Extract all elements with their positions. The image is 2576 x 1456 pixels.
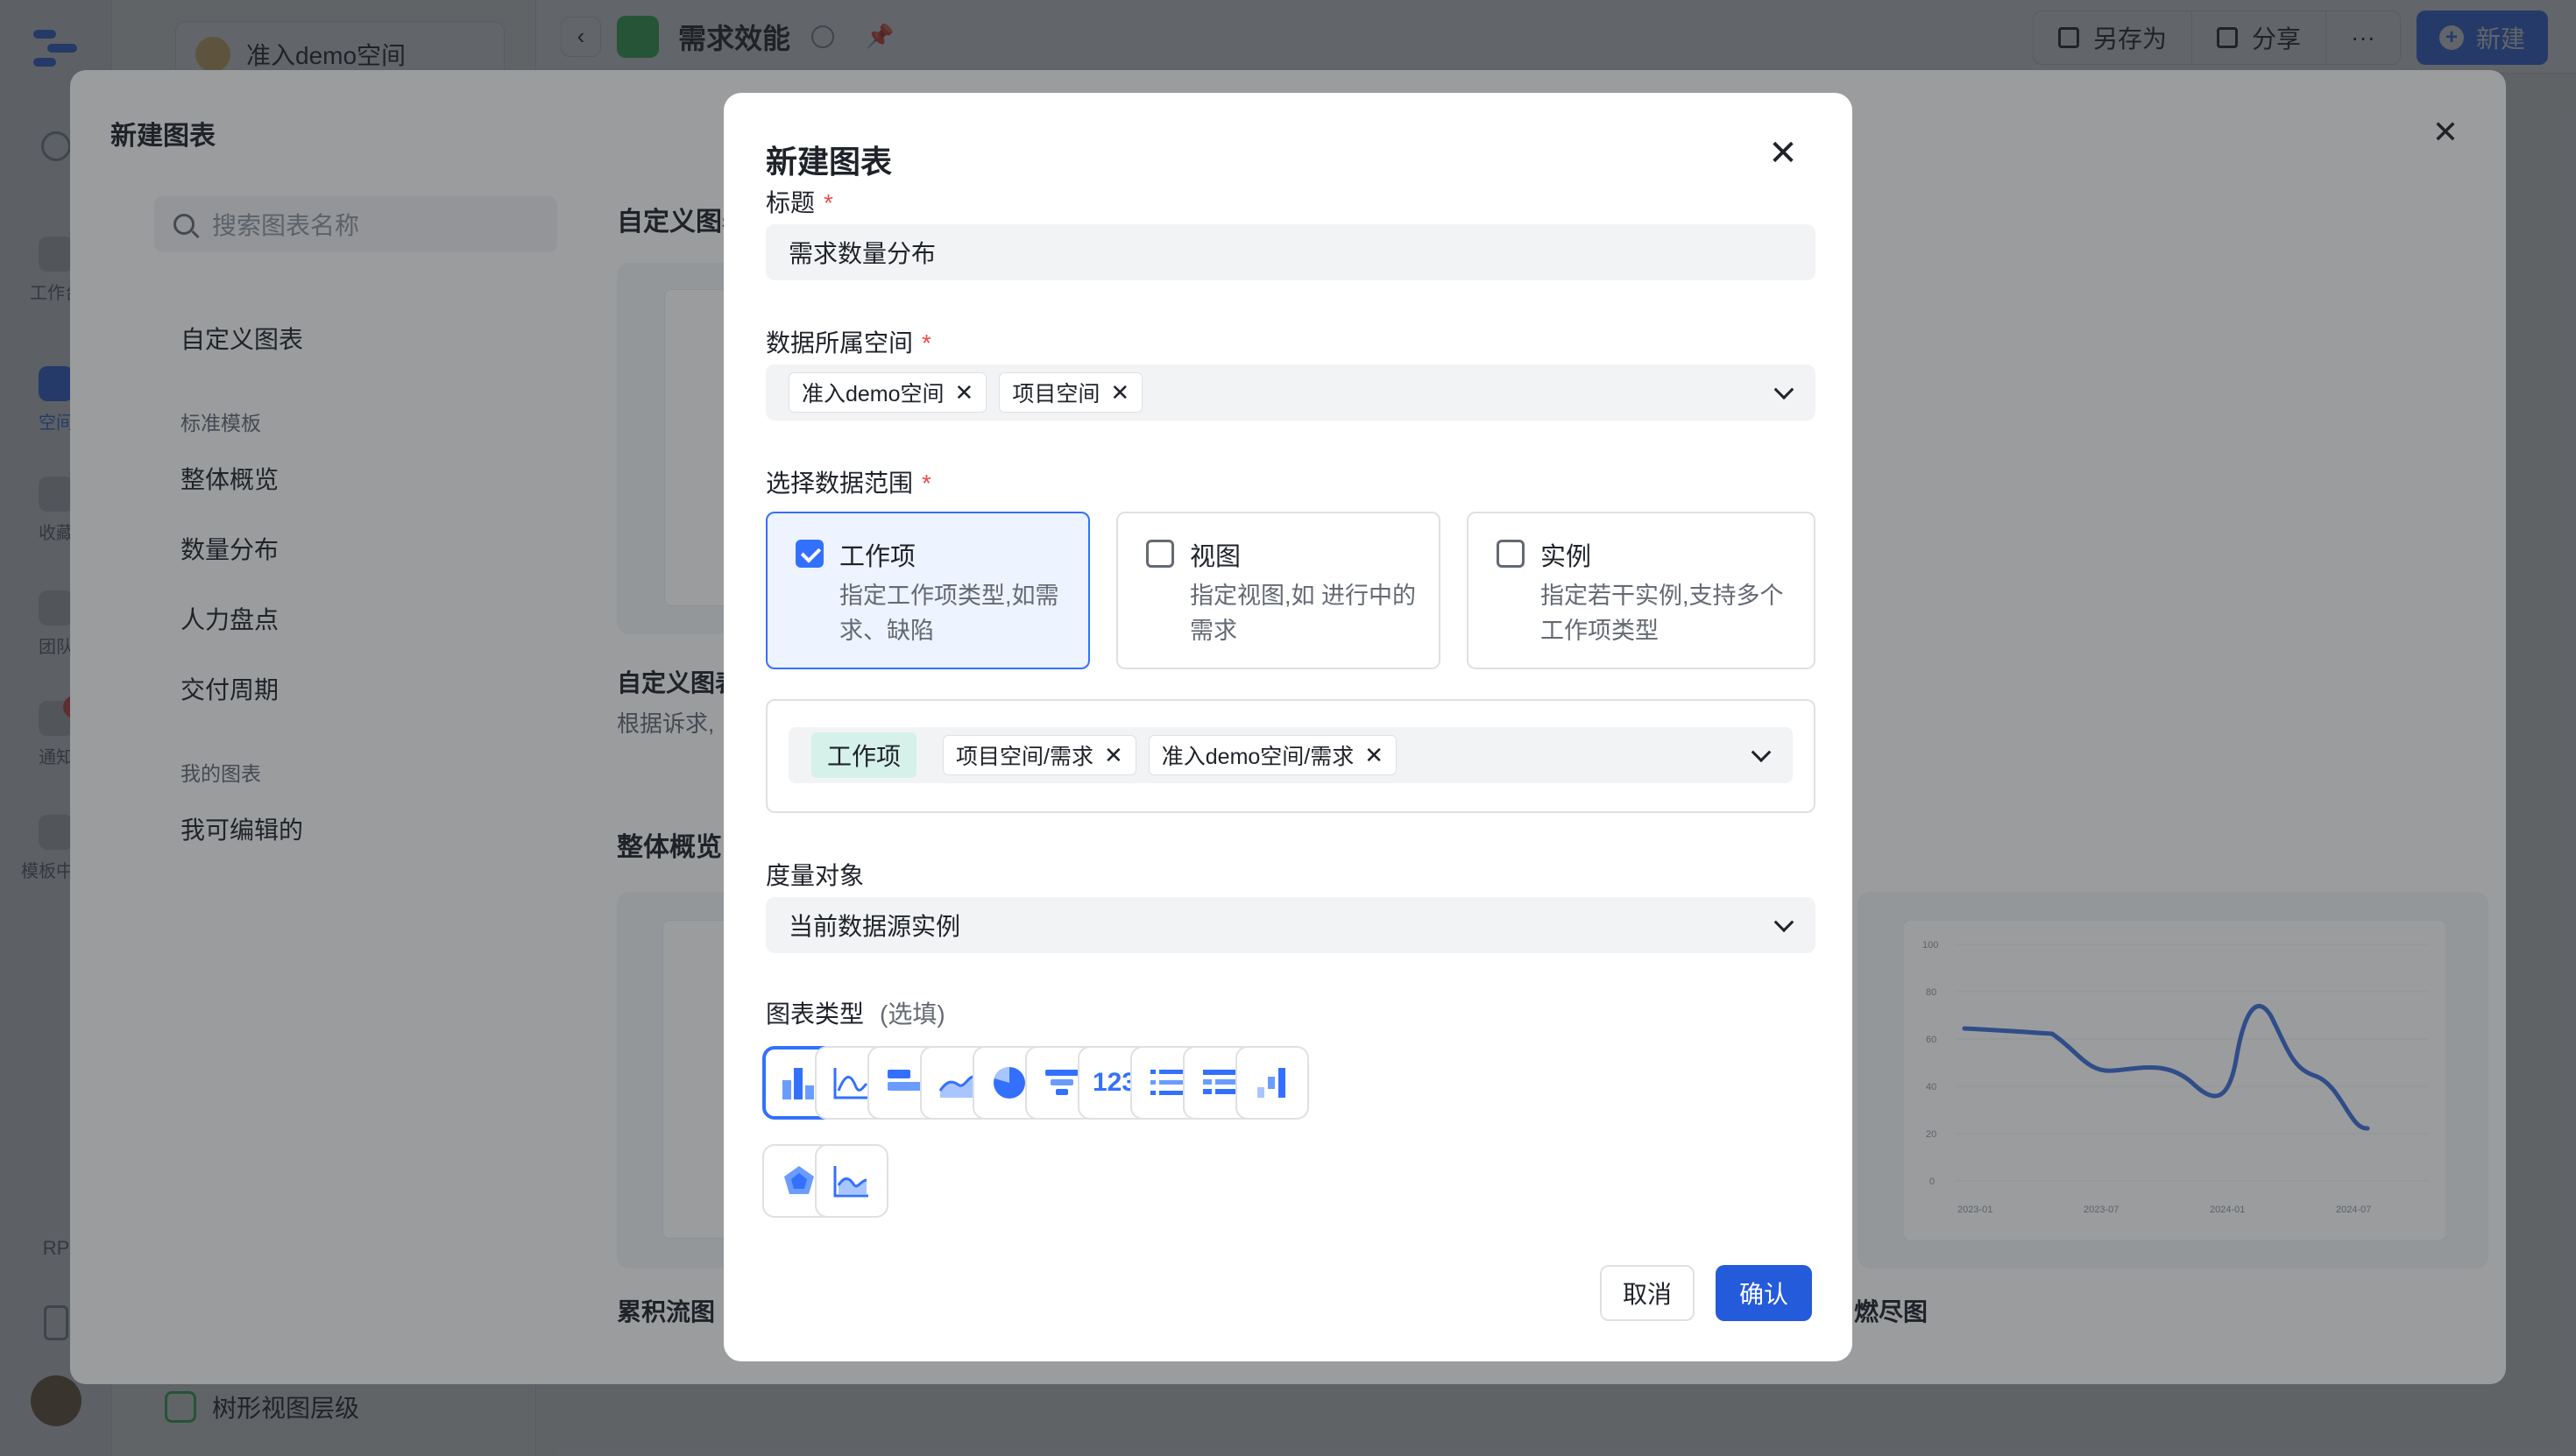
chart-type-combo[interactable]	[815, 1144, 888, 1218]
scope-label: 选择数据范围 *	[766, 470, 931, 497]
workitem-type-select[interactable]: 工作项 项目空间/需求 ✕ 准入demo空间/需求 ✕	[789, 727, 1793, 783]
scope-option-workitem[interactable]: 工作项 指定工作项类型,如需求、缺陷	[766, 512, 1090, 669]
space-tag: 准入demo空间 ✕	[789, 372, 987, 413]
chevron-down-icon[interactable]	[1773, 379, 1794, 400]
scope-option-view[interactable]: 视图 指定视图,如 进行中的需求	[1116, 512, 1440, 669]
chevron-down-icon[interactable]	[1773, 912, 1794, 933]
charttype-label: 图表类型 (选填)	[766, 1000, 945, 1028]
tag-remove-icon[interactable]: ✕	[1364, 742, 1384, 769]
tag-remove-icon[interactable]: ✕	[1110, 379, 1129, 406]
modal-title: 新建图表	[766, 144, 893, 180]
combo-chart-icon	[833, 1166, 868, 1198]
space-label: 数据所属空间 *	[766, 329, 931, 357]
title-input[interactable]: 需求数量分布	[766, 224, 1815, 280]
cancel-button[interactable]: 取消	[1600, 1265, 1695, 1321]
space-tag: 项目空间 ✕	[999, 372, 1143, 413]
workitem-tag: 准入demo空间/需求 ✕	[1148, 735, 1398, 775]
measure-label: 度量对象	[766, 862, 865, 889]
space-select[interactable]: 准入demo空间 ✕ 项目空间 ✕	[766, 364, 1815, 421]
workitem-tag: 项目空间/需求 ✕	[943, 735, 1136, 775]
close-icon[interactable]: ✕	[1768, 136, 1798, 171]
checkbox[interactable]	[1146, 540, 1174, 568]
scope-option-instance[interactable]: 实例 指定若干实例,支持多个工作项类型	[1467, 512, 1815, 669]
measure-select[interactable]: 当前数据源实例	[766, 897, 1815, 953]
chart-type-waterfall[interactable]	[1235, 1046, 1309, 1120]
confirm-button[interactable]: 确认	[1716, 1265, 1812, 1321]
checkbox-checked[interactable]	[796, 540, 824, 568]
title-label: 标题 *	[766, 189, 833, 216]
workitem-type-badge: 工作项	[811, 732, 917, 778]
new-chart-modal: 新建图表 ✕ 标题 * 需求数量分布 数据所属空间 * 准入demo空间 ✕ 项目空间…	[724, 93, 1852, 1361]
tag-remove-icon[interactable]: ✕	[1104, 742, 1123, 769]
chevron-down-icon[interactable]	[1751, 742, 1772, 763]
waterfall-chart-icon	[1257, 1068, 1285, 1098]
tag-remove-icon[interactable]: ✕	[955, 379, 974, 406]
checkbox[interactable]	[1497, 540, 1525, 568]
workitem-config: 工作项 项目空间/需求 ✕ 准入demo空间/需求 ✕	[766, 699, 1815, 813]
